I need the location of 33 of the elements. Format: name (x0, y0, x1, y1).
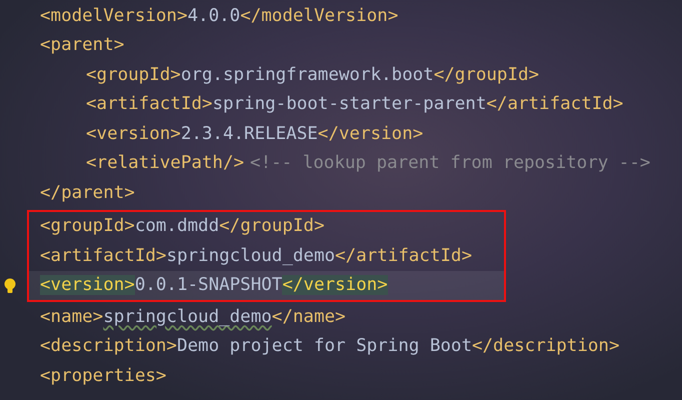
xml-tag: <parent> (40, 35, 124, 56)
xml-tag: <groupId> (86, 64, 181, 85)
tag-value: org.springframework.boot (180, 64, 434, 85)
xml-tag: </groupId> (434, 64, 540, 85)
xml-tag: <groupId> (40, 216, 135, 236)
xml-tag: </version> (282, 275, 388, 296)
xml-tag: <modelVersion> (40, 6, 188, 26)
xml-tag: </artifactId> (486, 94, 624, 114)
xml-tag: </version> (318, 124, 424, 144)
xml-comment: <!-- lookup parent from repository --> (250, 153, 650, 174)
tag-value: spring-boot-starter-parent (212, 94, 486, 114)
xml-tag: <version> (86, 124, 181, 144)
xml-tag: </description> (472, 336, 620, 356)
tag-value: 0.0.1-SNAPSHOT (134, 275, 282, 296)
xml-tag: <artifactId> (40, 246, 166, 266)
xml-tag: </parent> (40, 182, 135, 203)
tag-value: 2.3.4.RELEASE (180, 124, 318, 144)
lightbulb-icon[interactable] (4, 278, 16, 294)
xml-tag: </name> (272, 306, 346, 327)
xml-tag: <artifactId> (86, 94, 212, 114)
tag-value: Demo project for Spring Boot (176, 336, 472, 356)
xml-tag: <name> (40, 306, 104, 327)
xml-tag: <relativePath/> (86, 153, 244, 174)
tag-value: 4.0.0 (188, 6, 240, 26)
tag-value: springcloud_demo (103, 306, 272, 327)
xml-tag: </modelVersion> (240, 6, 398, 26)
xml-tag: </groupId> (219, 216, 324, 236)
xml-tag: </artifactId> (335, 246, 472, 266)
xml-tag: <version> (40, 275, 135, 296)
xml-tag: <description> (40, 336, 177, 356)
xml-tag: <properties> (40, 366, 166, 386)
tag-value: com.dmdd (134, 216, 220, 236)
tag-value: springcloud_demo (166, 246, 336, 266)
